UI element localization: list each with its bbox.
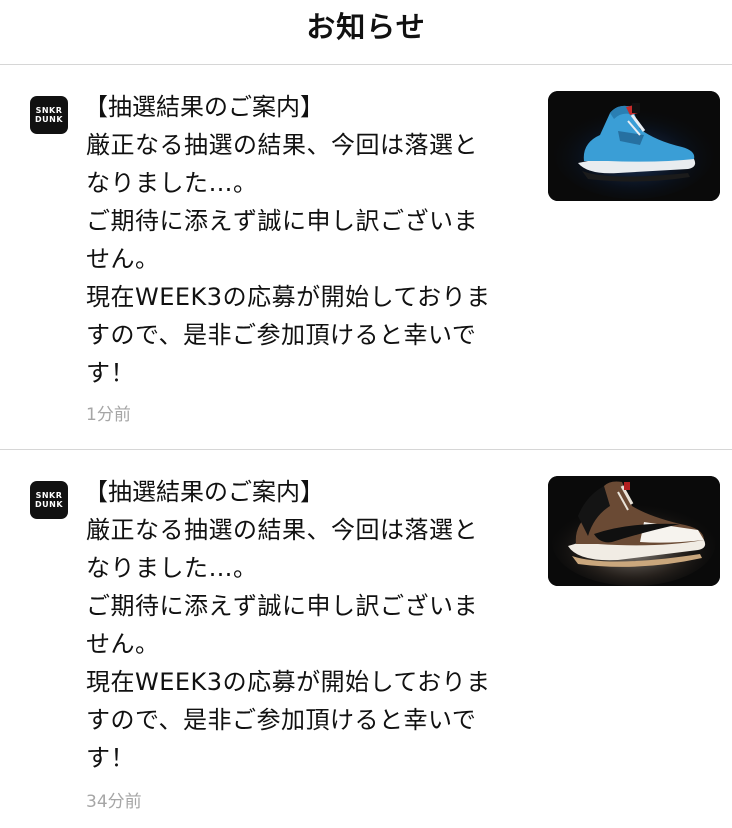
- brown-sneaker-thumbnail[interactable]: [548, 476, 720, 586]
- notification-title: 【抽選結果のご案内】: [84, 93, 324, 121]
- notification-item[interactable]: SNKR DUNK 【抽選結果のご案内】 厳正なる抽選の結果、今回は落選と なり…: [0, 66, 732, 450]
- notification-title: 【抽選結果のご案内】: [84, 478, 324, 506]
- blue-sneaker-thumbnail[interactable]: [548, 91, 720, 201]
- notification-body: 厳正なる抽選の結果、今回は落選と なりました…。 ご期待に添えず誠に申し訳ござい…: [86, 131, 491, 387]
- notification-timestamp: 34分前: [86, 792, 142, 812]
- notification-item[interactable]: SNKR DUNK 【抽選結果のご案内】 厳正なる抽選の結果、今回は落選と なり…: [0, 451, 732, 828]
- snkrdunk-app-icon: SNKR DUNK: [30, 481, 68, 519]
- header: お知らせ: [0, 0, 732, 65]
- app-icon-text-line1: SNKR: [35, 106, 63, 115]
- app-icon-text-line2: DUNK: [34, 115, 64, 124]
- notification-body: 厳正なる抽選の結果、今回は落選と なりました…。 ご期待に添えず誠に申し訳ござい…: [86, 516, 491, 772]
- brown-sneaker-image: [548, 476, 720, 586]
- app-icon-text-line2: DUNK: [34, 500, 64, 509]
- app-icon-text-line1: SNKR: [35, 491, 63, 500]
- snkrdunk-app-icon: SNKR DUNK: [30, 96, 68, 134]
- blue-sneaker-image: [548, 91, 720, 201]
- notification-timestamp: 1分前: [86, 405, 131, 425]
- page-title: お知らせ: [306, 10, 426, 44]
